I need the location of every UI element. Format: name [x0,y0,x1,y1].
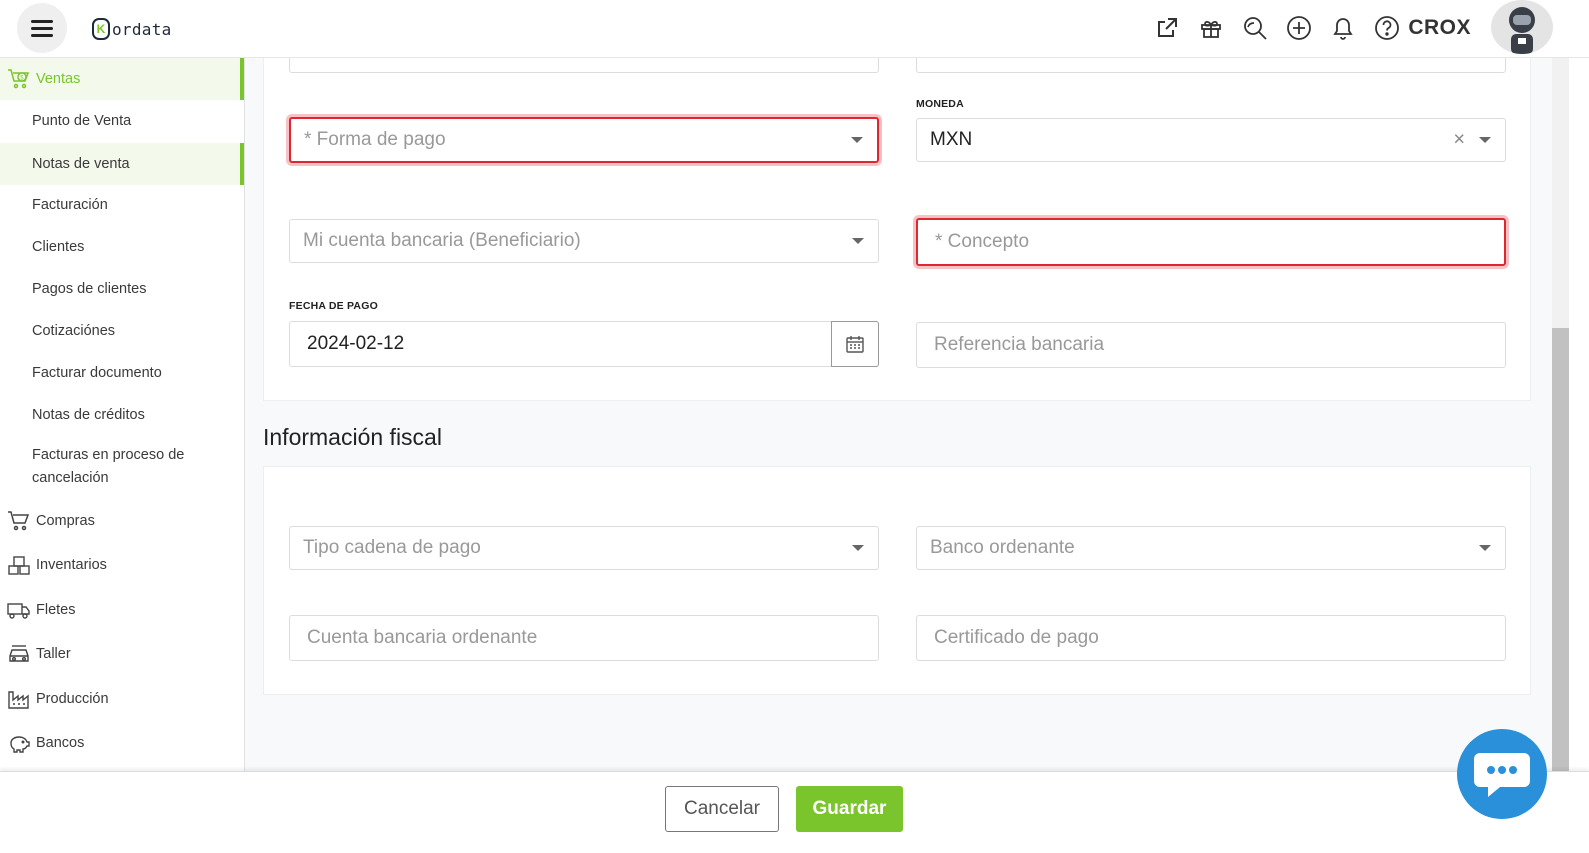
sidebar-item-ventas[interactable]: $ Ventas [0,58,244,100]
sidebar-sub-facturas-cancelacion[interactable]: Facturas en proceso de cancelación [0,442,215,492]
piggy-bank-icon [6,730,32,756]
sidebar-item-label: Punto de Venta [32,113,132,129]
sidebar-sub-notas-de-creditos[interactable]: Notas de créditos [0,394,244,436]
chevron-down-icon [1479,545,1491,551]
calendar-button[interactable] [831,321,879,367]
fiscal-section-title: Información fiscal [263,424,442,450]
sidebar-item-label: Pagos de clientes [32,281,147,297]
sidebar-item-label: Facturación [32,197,108,213]
logo-mark: K [92,18,110,40]
forma-de-pago-placeholder: * Forma de pago [304,129,446,150]
chevron-down-icon [852,545,864,551]
sidebar-item-label: Fletes [36,602,76,618]
cuenta-ordenante-placeholder: Cuenta bancaria ordenante [307,627,538,648]
cart-dollar-icon: $ [6,66,32,92]
cuenta-beneficiario-select[interactable]: Mi cuenta bancaria (Beneficiario) [289,219,879,263]
sidebar-sub-cotizaciones[interactable]: Cotizaciónes [0,310,244,352]
menu-toggle-button[interactable] [17,3,67,53]
car-icon [6,641,32,667]
concepto-placeholder: * Concepto [935,231,1030,252]
save-button[interactable]: Guardar [796,786,903,832]
fecha-pago-label: FECHA DE PAGO [289,300,378,312]
cart-icon [6,508,32,534]
plus-circle-icon[interactable] [1286,15,1312,41]
scrollbar-thumb[interactable] [1552,328,1569,772]
calendar-icon [846,336,864,353]
sidebar-item-inventarios[interactable]: Inventarios [0,548,244,582]
cuenta-beneficiario-placeholder: Mi cuenta bancaria (Beneficiario) [303,230,581,251]
forma-de-pago-select[interactable]: * Forma de pago [289,117,879,163]
sidebar-item-label: Producción [36,691,109,707]
moneda-select[interactable]: MXN × [916,118,1506,162]
cuenta-ordenante-input[interactable]: Cuenta bancaria ordenante [289,615,879,661]
chat-icon [1474,753,1530,797]
sidebar-sub-pagos-de-clientes[interactable]: Pagos de clientes [0,268,244,310]
sidebar-item-compras[interactable]: Compras [0,504,244,538]
tipo-cadena-select[interactable]: Tipo cadena de pago [289,526,879,570]
sidebar-item-label: Inventarios [36,557,107,573]
sidebar-item-bancos[interactable]: Bancos [0,726,244,760]
cancel-button[interactable]: Cancelar [665,786,779,832]
user-avatar[interactable] [1491,0,1553,54]
help-icon[interactable] [1374,15,1400,41]
boxes-icon [6,552,32,578]
clear-icon[interactable]: × [1453,129,1465,152]
sidebar-item-label: Facturas en proceso de cancelación [32,447,185,486]
sidebar-item-label: Notas de venta [32,156,130,172]
field-top-left-partial[interactable] [289,58,879,73]
moneda-value: MXN [930,129,973,150]
sidebar-sub-facturacion[interactable]: Facturación [0,184,244,226]
form-footer: Cancelar Guardar [0,771,1589,853]
main-content: * Forma de pago MONEDA MXN × Mi cuenta b… [245,58,1552,772]
referencia-placeholder: Referencia bancaria [934,334,1105,355]
fecha-pago-input[interactable]: 2024-02-12 [289,321,879,367]
sidebar-item-label: Cotizaciónes [32,323,116,339]
certificado-pago-input[interactable]: Certificado de pago [916,615,1506,661]
chat-button[interactable] [1457,729,1547,819]
sidebar-item-label: Taller [36,646,71,662]
fecha-pago-value: 2024-02-12 [307,333,405,354]
referencia-bancaria-input[interactable]: Referencia bancaria [916,322,1506,368]
kordata-logo[interactable]: K ordata [92,18,172,40]
search-zoom-icon[interactable] [1242,15,1268,41]
sidebar: $ Ventas Punto de Venta Notas de venta F… [0,58,245,772]
sidebar-item-label: Bancos [36,735,85,751]
sidebar-sub-punto-de-venta[interactable]: Punto de Venta [0,100,244,142]
bell-icon[interactable] [1330,15,1356,41]
gift-icon[interactable] [1198,15,1224,41]
banco-ordenante-placeholder: Banco ordenante [930,537,1075,558]
payment-card: * Forma de pago MONEDA MXN × Mi cuenta b… [263,58,1531,401]
chevron-down-icon [1479,137,1491,143]
sidebar-item-label: Clientes [32,239,85,255]
tipo-cadena-placeholder: Tipo cadena de pago [303,537,481,558]
sidebar-item-fletes[interactable]: Fletes [0,593,244,627]
factory-icon [6,686,32,712]
concepto-input[interactable]: * Concepto [916,218,1506,266]
certificado-placeholder: Certificado de pago [934,627,1099,648]
sidebar-sub-facturar-documento[interactable]: Facturar documento [0,352,244,394]
hamburger-icon [31,18,53,39]
chevron-down-icon [852,238,864,244]
banco-ordenante-select[interactable]: Banco ordenante [916,526,1506,570]
external-link-icon[interactable] [1154,15,1180,41]
sidebar-sub-notas-de-venta[interactable]: Notas de venta [0,143,244,185]
sidebar-item-taller[interactable]: Taller [0,637,244,671]
field-top-right-partial[interactable] [916,58,1506,73]
logo-text: ordata [112,19,172,39]
moneda-label: MONEDA [916,98,964,110]
sidebar-item-label: Facturar documento [32,365,162,381]
sidebar-item-label: Compras [36,513,95,529]
chevron-down-icon [851,137,863,143]
top-bar: K ordata CROX [0,0,1589,58]
sidebar-item-produccion[interactable]: Producción [0,682,244,716]
truck-icon [6,597,32,623]
sidebar-item-label: Ventas [36,71,81,87]
header-actions: CROX [1154,12,1471,44]
fiscal-card: Tipo cadena de pago Banco ordenante Cuen… [263,466,1531,695]
user-name[interactable]: CROX [1408,16,1471,40]
sidebar-sub-clientes[interactable]: Clientes [0,226,244,268]
sidebar-item-label: Notas de créditos [32,407,145,423]
